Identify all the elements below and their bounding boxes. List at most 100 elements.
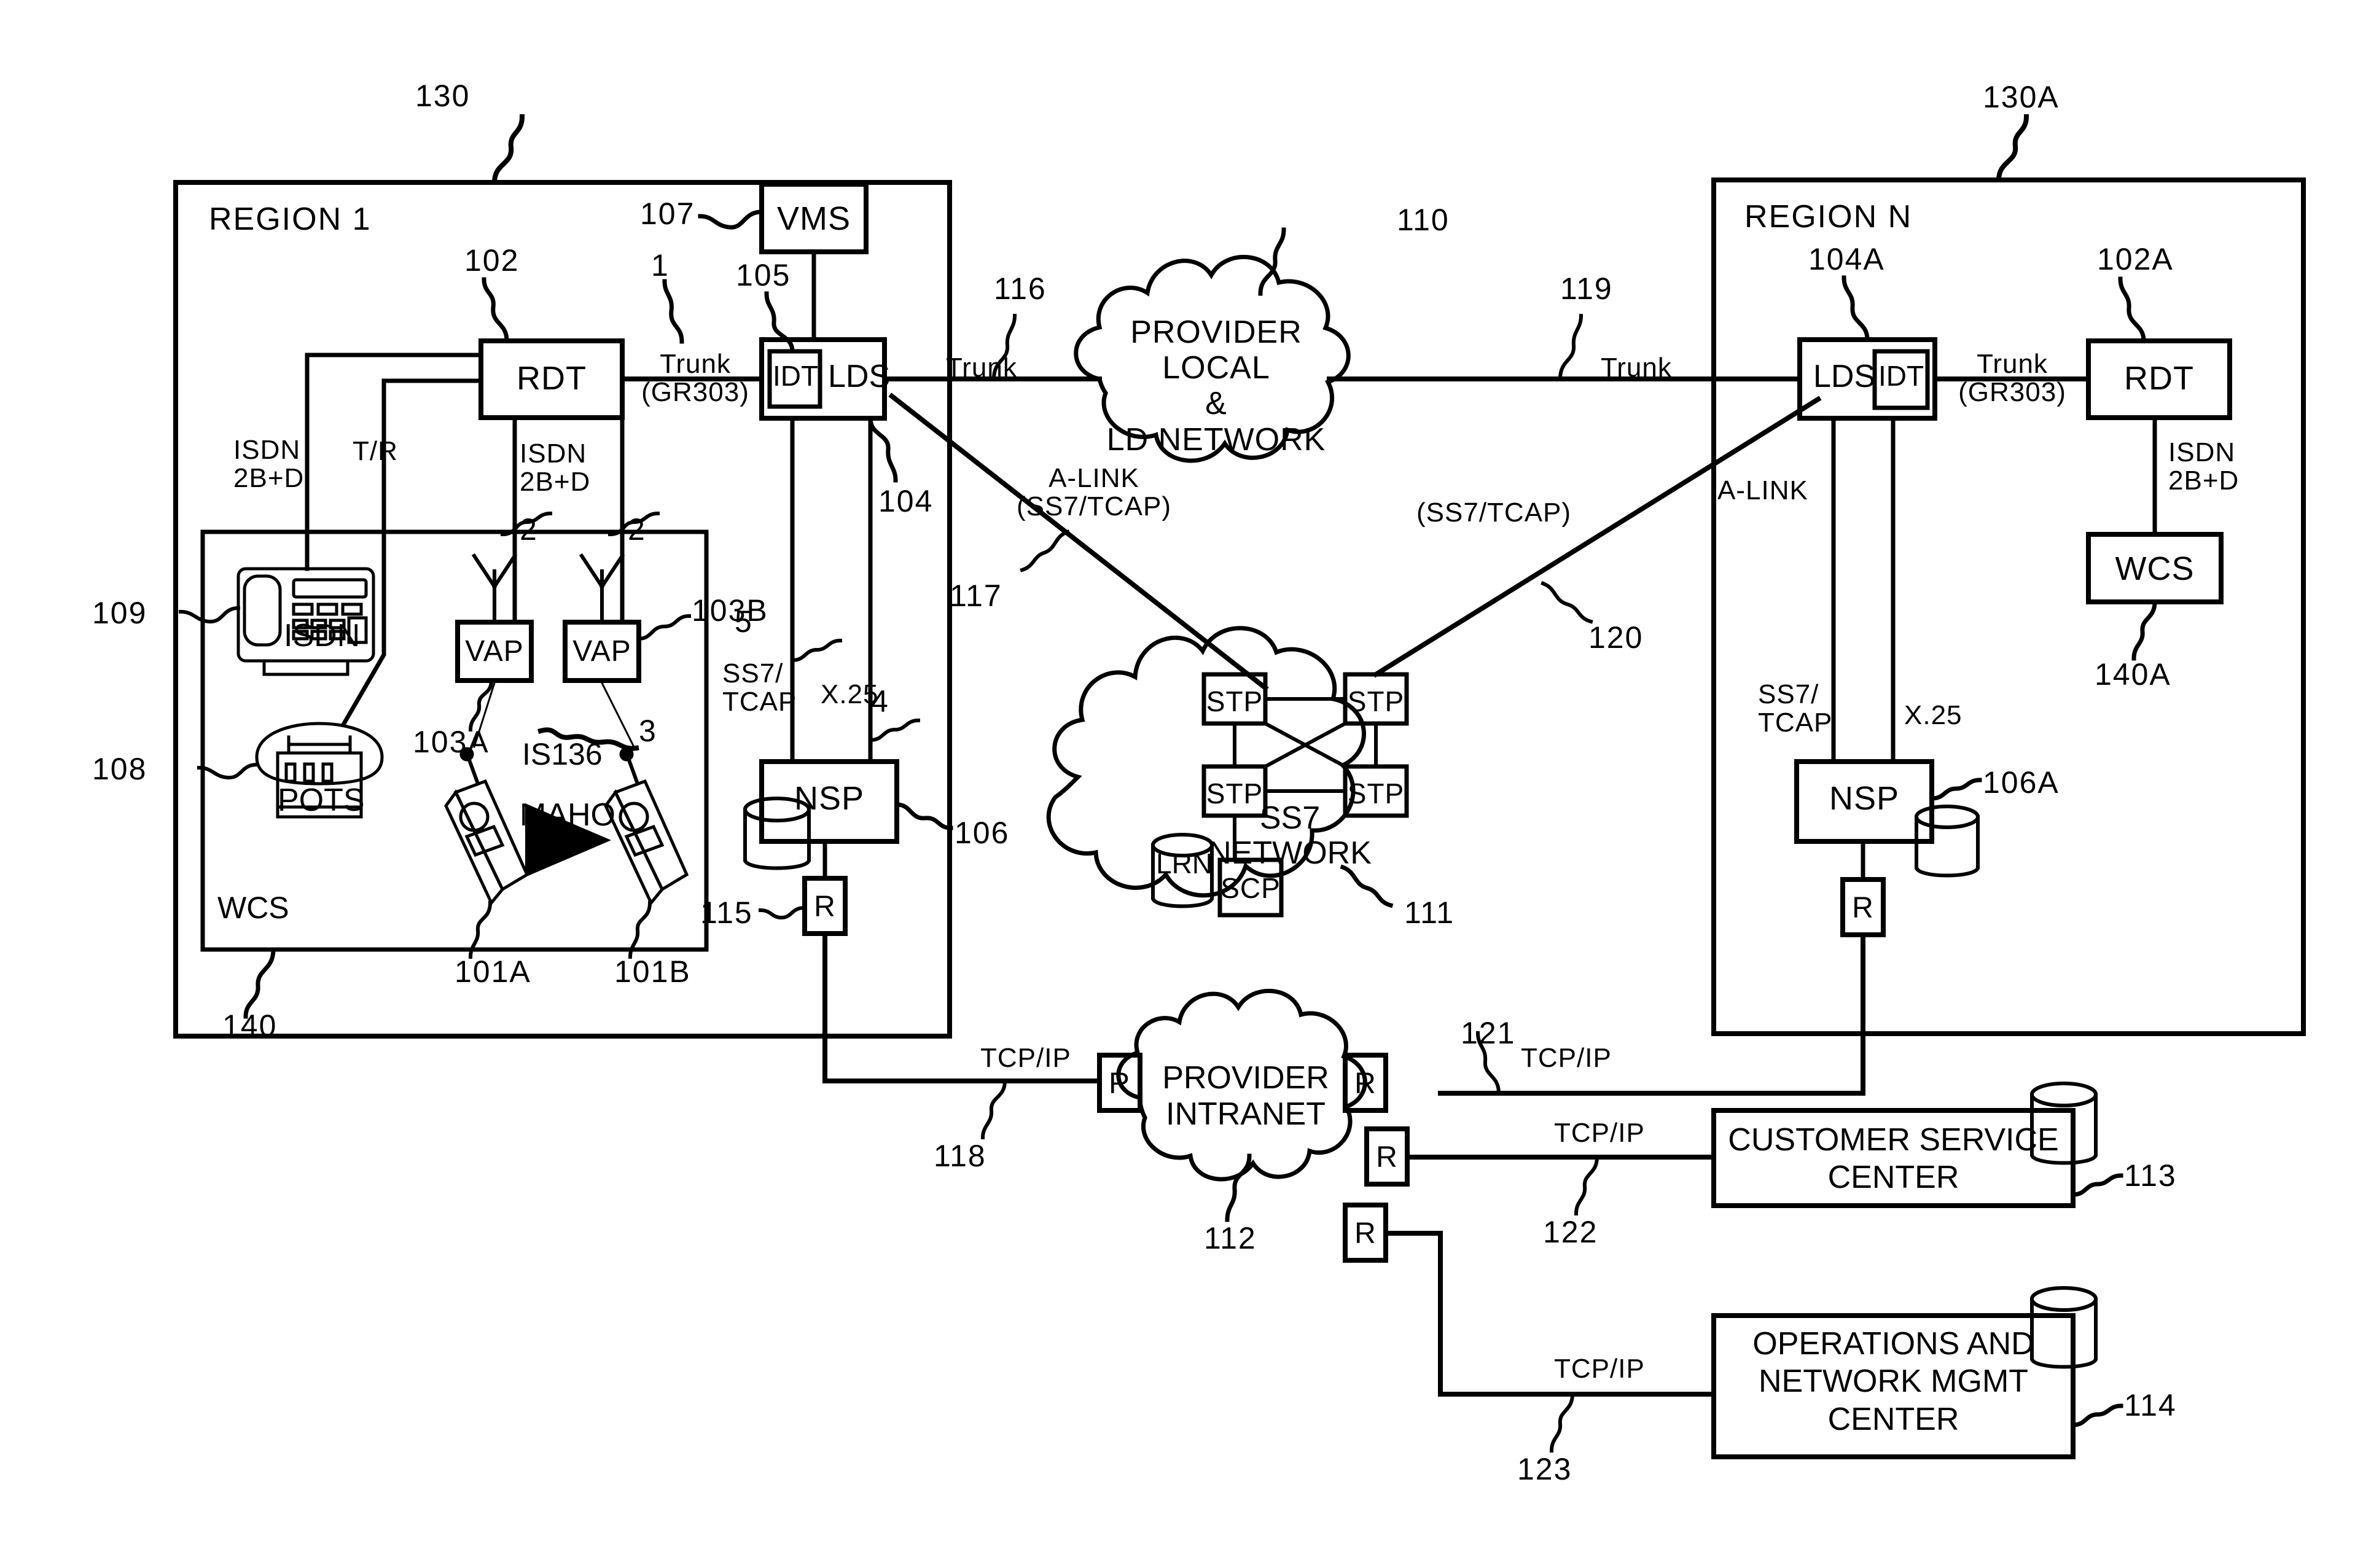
trunk-116-label: Trunk xyxy=(946,353,1017,383)
ref-118: 118 xyxy=(934,1139,986,1173)
lds-n-label: LDS xyxy=(1813,359,1876,394)
ref-109: 109 xyxy=(92,596,147,630)
cloud-line-3: LD NETWORK xyxy=(1106,421,1326,458)
ref-123: 123 xyxy=(1517,1452,1572,1486)
vms-box-label: VMS xyxy=(776,200,851,237)
ref-111: 111 xyxy=(1404,895,1455,930)
isdn-phone-label: ISDN xyxy=(284,618,361,653)
ref-116: 116 xyxy=(994,271,1047,306)
region-n-label: REGION N xyxy=(1744,199,1913,235)
ref-130a: 130A xyxy=(1983,80,2060,114)
scp-label: SCP xyxy=(1220,872,1281,904)
ref-104: 104 xyxy=(878,484,934,518)
router-out1-label: R xyxy=(1354,1067,1377,1100)
ss7-line-1: SS7 xyxy=(1259,800,1321,836)
idt-n-label: IDT xyxy=(1878,360,1924,392)
ref-102a: 102A xyxy=(2097,242,2174,276)
region-1-label: REGION 1 xyxy=(209,201,372,237)
a-link-left-label: A-LINK (SS7/TCAP) xyxy=(1016,463,1172,522)
maho-label: MAHO xyxy=(520,797,615,833)
trunk-gr303-label-1: Trunk (GR303) xyxy=(628,349,763,408)
trunk-gr303-text-1: Trunk (GR303) xyxy=(641,349,749,408)
ss7-tcap-label-1: SS7/ TCAP xyxy=(722,658,797,717)
customer-service-center-label: CUSTOMER SERVICE CENTER xyxy=(1714,1121,2073,1197)
ref-101b: 101B xyxy=(614,954,691,989)
ref-104a: 104A xyxy=(1808,242,1885,276)
ref-120: 120 xyxy=(1588,620,1644,655)
x25-label-1: X.25 xyxy=(821,679,879,709)
is136-label: IS136 xyxy=(522,737,603,771)
ref-117: 117 xyxy=(950,579,1002,613)
ref-112: 112 xyxy=(1204,1221,1257,1255)
figure-canvas: REGION 1 130 REGION N 130A VMS 107 RDT 1… xyxy=(0,0,2355,1568)
vap-b-label: VAP xyxy=(572,635,631,668)
cloud-line-2: & xyxy=(1205,386,1227,422)
ref-101a: 101A xyxy=(455,954,531,989)
operations-center-label: OPERATIONS AND NETWORK MGMT CENTER xyxy=(1714,1325,2073,1438)
stp1-label: STP xyxy=(1206,685,1263,717)
rdt-n-label: RDT xyxy=(2124,360,2194,397)
ref-121: 121 xyxy=(1461,1016,1516,1050)
ref-130: 130 xyxy=(415,79,471,113)
onmc-line-3: CENTER xyxy=(1827,1401,1959,1437)
provider-ld-cloud-label: PROVIDER LOCAL & LD NETWORK xyxy=(1099,314,1333,458)
tcpip-122-label: TCP/IP xyxy=(1554,1118,1645,1148)
isdn-2bd-left-label: ISDN 2B+D xyxy=(233,435,305,494)
callout-4: 4 xyxy=(871,684,889,719)
tr-label: T/R xyxy=(353,436,398,466)
tcpip-118-label: TCP/IP xyxy=(980,1043,1071,1073)
ss7-cloud-label: SS7 NETWORK xyxy=(1185,800,1394,872)
onmc-line-2: NETWORK MGMT xyxy=(1758,1363,2029,1400)
csc-line-2: CENTER xyxy=(1827,1160,1959,1196)
callout-5: 5 xyxy=(735,604,753,639)
intranet-cloud-label: PROVIDER INTRANET xyxy=(1141,1060,1350,1133)
router-out2-label: R xyxy=(1376,1141,1398,1174)
vap-a-label: VAP xyxy=(465,635,524,668)
pots-phone-label: POTS xyxy=(278,782,365,818)
ref-113: 113 xyxy=(2124,1158,2177,1193)
callout-2a: 2 xyxy=(520,512,538,547)
ref-114: 114 xyxy=(2124,1388,2177,1422)
ref-108: 108 xyxy=(92,752,147,786)
idt-box-label: IDT xyxy=(773,360,819,392)
onmc-line-1: OPERATIONS AND xyxy=(1752,1326,2034,1362)
ss7-tcap-label-n: SS7/ TCAP xyxy=(1758,679,1833,738)
rdt-box-label: RDT xyxy=(517,360,587,397)
callout-1: 1 xyxy=(651,248,670,283)
intranet-line-2: INTRANET xyxy=(1166,1096,1326,1133)
ref-103a: 103A xyxy=(413,725,490,759)
x25-label-n: X.25 xyxy=(1904,700,1962,730)
router-n-label: R xyxy=(1852,892,1874,924)
a-link-right-label: A-LINK xyxy=(1717,475,1808,505)
ss7-line-2: NETWORK xyxy=(1208,835,1372,872)
callout-2b: 2 xyxy=(628,512,646,547)
nsp-box-label: NSP xyxy=(794,780,865,817)
ref-105: 105 xyxy=(736,258,791,292)
csc-line-1: CUSTOMER SERVICE xyxy=(1728,1122,2059,1158)
isdn-2bd-mid-label: ISDN 2B+D xyxy=(520,439,591,497)
wcs-n-label: WCS xyxy=(2115,550,2195,587)
ref-102: 102 xyxy=(464,243,520,278)
stp2-label: STP xyxy=(1347,685,1405,717)
ref-122: 122 xyxy=(1543,1215,1598,1249)
cloud-line-1: PROVIDER LOCAL xyxy=(1130,314,1302,386)
trunk-119-label: Trunk xyxy=(1601,353,1672,383)
ref-115: 115 xyxy=(700,895,753,930)
wcs-group-label: WCS xyxy=(217,891,289,925)
router-in-label: R xyxy=(1109,1067,1131,1100)
ref-103b: 103B xyxy=(692,593,768,628)
ref-110: 110 xyxy=(1397,203,1450,237)
tcpip-121-label: TCP/IP xyxy=(1521,1043,1612,1073)
router-115-label: R xyxy=(814,891,836,923)
tcpip-123-label: TCP/IP xyxy=(1554,1354,1645,1384)
ss7tcap-paren-right-label: (SS7/TCAP) xyxy=(1416,497,1572,528)
lds-box-label: LDS xyxy=(828,359,891,394)
isdn-2bd-n-label: ISDN 2B+D xyxy=(2168,437,2240,496)
trunk-gr303-label-n: Trunk (GR303) xyxy=(1958,349,2066,408)
ref-106: 106 xyxy=(955,816,1010,850)
ref-106a: 106A xyxy=(1983,765,2060,800)
nsp-n-label: NSP xyxy=(1829,780,1900,817)
ref-119: 119 xyxy=(1560,271,1613,306)
intranet-line-1: PROVIDER xyxy=(1162,1060,1329,1096)
ref-140: 140 xyxy=(222,1008,278,1043)
